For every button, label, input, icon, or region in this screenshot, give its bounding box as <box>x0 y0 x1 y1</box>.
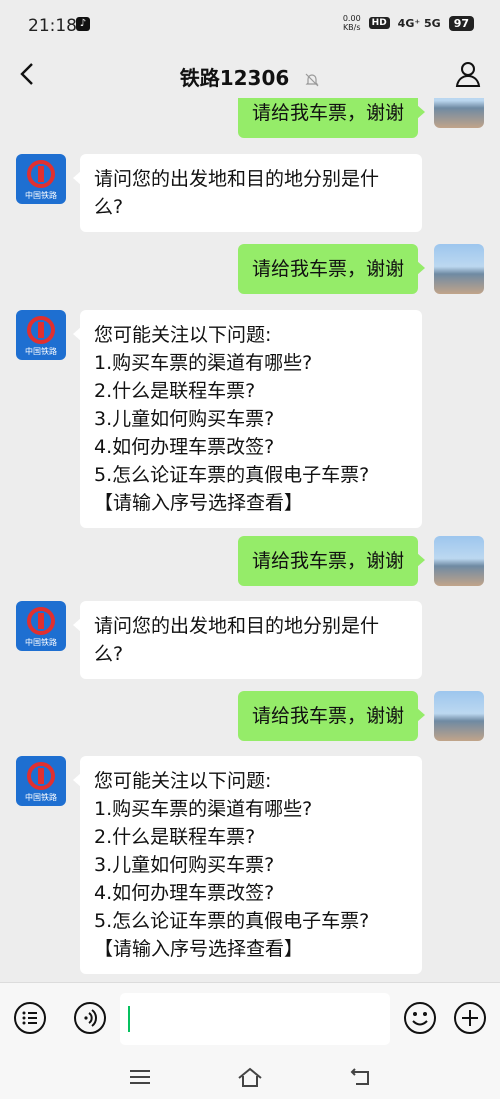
network-speed-value: 0.00 <box>342 14 361 23</box>
network-speed-unit: KB/s <box>342 23 361 32</box>
hd-icon: HD <box>368 17 390 29</box>
status-indicators: 0.00 KB/s HD 4G⁺ 5G 97 <box>343 14 474 32</box>
bot-avatar-label: 中国铁路 <box>25 637 57 647</box>
chat-header: 铁路12306 <box>0 52 500 98</box>
china-railway-logo-icon: 中国铁路 <box>25 762 57 802</box>
user-message-bubble[interactable]: 请给我车票，谢谢 <box>237 98 426 138</box>
system-nav-bar <box>0 1054 500 1099</box>
text-cursor <box>128 1006 130 1032</box>
bot-avatar[interactable]: 中国铁路 <box>16 601 66 651</box>
bot-message-bubble[interactable]: 请问您的出发地和目的地分别是什 么? <box>73 601 422 679</box>
bot-avatar[interactable]: 中国铁路 <box>16 154 66 204</box>
home-icon[interactable] <box>237 1066 263 1088</box>
signal-icon: 4G⁺ 5G <box>397 16 441 30</box>
emoji-icon[interactable] <box>403 1001 437 1035</box>
user-avatar[interactable] <box>434 98 484 128</box>
person-icon[interactable] <box>454 60 482 88</box>
chat-title-text: 铁路12306 <box>179 66 290 90</box>
status-bar: 21:18 ♪ 0.00 KB/s HD 4G⁺ 5G 97 <box>0 0 500 52</box>
china-railway-logo-icon: 中国铁路 <box>25 316 57 356</box>
message-input[interactable] <box>120 993 390 1045</box>
network-speed: 0.00 KB/s <box>343 14 361 32</box>
bot-avatar-label: 中国铁路 <box>25 190 57 200</box>
bot-message-bubble[interactable]: 请问您的出发地和目的地分别是什 么? <box>73 154 422 232</box>
user-avatar[interactable] <box>434 691 484 741</box>
menu-list-icon[interactable] <box>13 1001 47 1035</box>
chat-area[interactable]: 请给我车票，谢谢 中国铁路 请问您的出发地和目的地分别是什 么? 请给我车票，谢… <box>0 98 500 982</box>
china-railway-logo-icon: 中国铁路 <box>25 160 57 200</box>
mute-icon <box>305 73 319 86</box>
status-time: 21:18 <box>28 16 77 36</box>
user-avatar[interactable] <box>434 536 484 586</box>
bot-message-bubble[interactable]: 您可能关注以下问题: 1.购买车票的渠道有哪些? 2.什么是联程车票? 3.儿童… <box>73 310 422 528</box>
user-avatar[interactable] <box>434 244 484 294</box>
voice-icon[interactable] <box>73 1001 107 1035</box>
bot-avatar[interactable]: 中国铁路 <box>16 756 66 806</box>
recent-apps-icon[interactable] <box>127 1066 153 1088</box>
bot-avatar-label: 中国铁路 <box>25 346 57 356</box>
battery-icon: 97 <box>448 15 474 31</box>
input-bar <box>0 982 500 1055</box>
user-message-bubble[interactable]: 请给我车票，谢谢 <box>237 244 426 294</box>
user-message-bubble[interactable]: 请给我车票，谢谢 <box>237 536 426 586</box>
chat-title: 铁路12306 <box>0 62 500 91</box>
user-message-bubble[interactable]: 请给我车票，谢谢 <box>237 691 426 741</box>
china-railway-logo-icon: 中国铁路 <box>25 607 57 647</box>
plus-icon[interactable] <box>453 1001 487 1035</box>
back-nav-icon[interactable] <box>348 1066 374 1088</box>
bot-avatar[interactable]: 中国铁路 <box>16 310 66 360</box>
tiktok-icon: ♪ <box>76 17 90 31</box>
bot-avatar-label: 中国铁路 <box>25 792 57 802</box>
bot-message-bubble[interactable]: 您可能关注以下问题: 1.购买车票的渠道有哪些? 2.什么是联程车票? 3.儿童… <box>73 756 422 974</box>
